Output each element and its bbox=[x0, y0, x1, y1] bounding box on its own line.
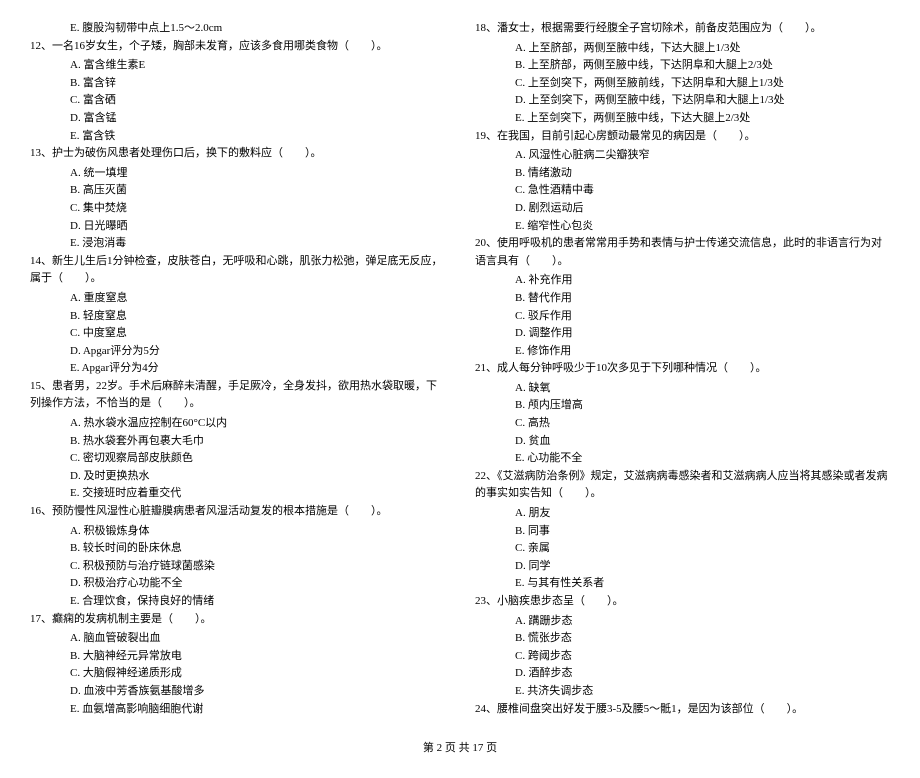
q21-option-c: C. 高热 bbox=[475, 415, 890, 433]
q22-option-d: D. 同学 bbox=[475, 558, 890, 576]
q21-option-a: A. 缺氧 bbox=[475, 380, 890, 398]
question-23: 23、小脑疾患步态呈（ ）。 bbox=[475, 593, 890, 611]
question-18: 18、潘女士，根据需要行经腹全子宫切除术，前备皮范围应为（ ）。 bbox=[475, 20, 890, 38]
question-15: 15、患者男，22岁。手术后麻醉未清醒，手足厥冷，全身发抖，欲用热水袋取暖，下列… bbox=[30, 378, 445, 413]
q19-option-d: D. 剧烈运动后 bbox=[475, 200, 890, 218]
q19-option-b: B. 情绪激动 bbox=[475, 165, 890, 183]
q12-option-c: C. 富含硒 bbox=[30, 92, 445, 110]
q21-option-b: B. 颅内压增高 bbox=[475, 397, 890, 415]
q15-option-b: B. 热水袋套外再包裹大毛巾 bbox=[30, 433, 445, 451]
q12-option-a: A. 富含维生素E bbox=[30, 57, 445, 75]
q23-option-d: D. 酒醉步态 bbox=[475, 665, 890, 683]
q14-option-b: B. 轻度窒息 bbox=[30, 308, 445, 326]
q19-option-c: C. 急性酒精中毒 bbox=[475, 182, 890, 200]
q18-option-c: C. 上至剑突下，两侧至腋前线，下达阴阜和大腿上1/3处 bbox=[475, 75, 890, 93]
q12-option-b: B. 富含锌 bbox=[30, 75, 445, 93]
q11-option-e: E. 腹股沟韧带中点上1.5～2.0cm bbox=[30, 20, 445, 38]
q19-option-a: A. 风湿性心脏病二尖瓣狭窄 bbox=[475, 147, 890, 165]
q15-option-c: C. 密切观察局部皮肤颜色 bbox=[30, 450, 445, 468]
q17-option-a: A. 脑血管破裂出血 bbox=[30, 630, 445, 648]
q17-option-e: E. 血氨增高影响脑细胞代谢 bbox=[30, 701, 445, 719]
q18-option-b: B. 上至脐部，两侧至腋中线，下达阴阜和大腿上2/3处 bbox=[475, 57, 890, 75]
left-column: E. 腹股沟韧带中点上1.5～2.0cm 12、一名16岁女生，个子矮，胸部未发… bbox=[30, 20, 445, 720]
right-column: 18、潘女士，根据需要行经腹全子宫切除术，前备皮范围应为（ ）。 A. 上至脐部… bbox=[475, 20, 890, 720]
q13-option-c: C. 集中焚烧 bbox=[30, 200, 445, 218]
question-20: 20、使用呼吸机的患者常常用手势和表情与护士传递交流信息，此时的非语言行为对语言… bbox=[475, 235, 890, 270]
q13-option-e: E. 浸泡消毒 bbox=[30, 235, 445, 253]
q13-option-a: A. 统一填埋 bbox=[30, 165, 445, 183]
q21-option-d: D. 贫血 bbox=[475, 433, 890, 451]
q19-option-e: E. 缩窄性心包炎 bbox=[475, 218, 890, 236]
q20-option-e: E. 修饰作用 bbox=[475, 343, 890, 361]
q18-option-d: D. 上至剑突下，两侧至腋中线，下达阴阜和大腿上1/3处 bbox=[475, 92, 890, 110]
question-16: 16、预防慢性风湿性心脏瓣膜病患者风湿活动复发的根本措施是（ ）。 bbox=[30, 503, 445, 521]
q23-option-a: A. 蹒跚步态 bbox=[475, 613, 890, 631]
q20-option-d: D. 调整作用 bbox=[475, 325, 890, 343]
question-21: 21、成人每分钟呼吸少于10次多见于下列哪种情况（ ）。 bbox=[475, 360, 890, 378]
q13-option-d: D. 日光曝晒 bbox=[30, 218, 445, 236]
q16-option-b: B. 较长时间的卧床休息 bbox=[30, 540, 445, 558]
q20-option-b: B. 替代作用 bbox=[475, 290, 890, 308]
q22-option-c: C. 亲属 bbox=[475, 540, 890, 558]
page-footer: 第 2 页 共 17 页 bbox=[30, 740, 890, 758]
q17-option-d: D. 血液中芳香族氨基酸增多 bbox=[30, 683, 445, 701]
question-19: 19、在我国，目前引起心房颤动最常见的病因是（ ）。 bbox=[475, 128, 890, 146]
q23-option-c: C. 跨阈步态 bbox=[475, 648, 890, 666]
q16-option-c: C. 积极预防与治疗链球菌感染 bbox=[30, 558, 445, 576]
question-12: 12、一名16岁女生，个子矮，胸部未发育，应该多食用哪类食物（ ）。 bbox=[30, 38, 445, 56]
q12-option-d: D. 富含锰 bbox=[30, 110, 445, 128]
q17-option-b: B. 大脑神经元异常放电 bbox=[30, 648, 445, 666]
q22-option-e: E. 与其有性关系者 bbox=[475, 575, 890, 593]
q18-option-a: A. 上至脐部，两侧至腋中线，下达大腿上1/3处 bbox=[475, 40, 890, 58]
q20-option-a: A. 补充作用 bbox=[475, 272, 890, 290]
q13-option-b: B. 高压灭菌 bbox=[30, 182, 445, 200]
q17-option-c: C. 大脑假神经递质形成 bbox=[30, 665, 445, 683]
q22-option-b: B. 同事 bbox=[475, 523, 890, 541]
question-14: 14、新生儿生后1分钟检查，皮肤苍白，无呼吸和心跳，肌张力松弛，弹足底无反应，属… bbox=[30, 253, 445, 288]
q15-option-d: D. 及时更换热水 bbox=[30, 468, 445, 486]
q14-option-e: E. Apgar评分为4分 bbox=[30, 360, 445, 378]
q16-option-a: A. 积极锻炼身体 bbox=[30, 523, 445, 541]
question-22: 22、《艾滋病防治条例》规定，艾滋病病毒感染者和艾滋病病人应当将其感染或者发病的… bbox=[475, 468, 890, 503]
q16-option-d: D. 积极治疗心功能不全 bbox=[30, 575, 445, 593]
q23-option-b: B. 慌张步态 bbox=[475, 630, 890, 648]
q14-option-c: C. 中度窒息 bbox=[30, 325, 445, 343]
q12-option-e: E. 富含铁 bbox=[30, 128, 445, 146]
q22-option-a: A. 朋友 bbox=[475, 505, 890, 523]
q16-option-e: E. 合理饮食，保持良好的情绪 bbox=[30, 593, 445, 611]
q18-option-e: E. 上至剑突下，两侧至腋中线，下达大腿上2/3处 bbox=[475, 110, 890, 128]
q23-option-e: E. 共济失调步态 bbox=[475, 683, 890, 701]
q14-option-a: A. 重度窒息 bbox=[30, 290, 445, 308]
q14-option-d: D. Apgar评分为5分 bbox=[30, 343, 445, 361]
question-13: 13、护士为破伤风患者处理伤口后，换下的敷料应（ ）。 bbox=[30, 145, 445, 163]
q20-option-c: C. 驳斥作用 bbox=[475, 308, 890, 326]
question-24: 24、腰椎间盘突出好发于腰3-5及腰5～骶1，是因为该部位（ ）。 bbox=[475, 701, 890, 719]
q21-option-e: E. 心功能不全 bbox=[475, 450, 890, 468]
q15-option-a: A. 热水袋水温应控制在60°C以内 bbox=[30, 415, 445, 433]
question-17: 17、癫痫的发病机制主要是（ ）。 bbox=[30, 611, 445, 629]
content-columns: E. 腹股沟韧带中点上1.5～2.0cm 12、一名16岁女生，个子矮，胸部未发… bbox=[30, 20, 890, 720]
q15-option-e: E. 交接班时应着重交代 bbox=[30, 485, 445, 503]
